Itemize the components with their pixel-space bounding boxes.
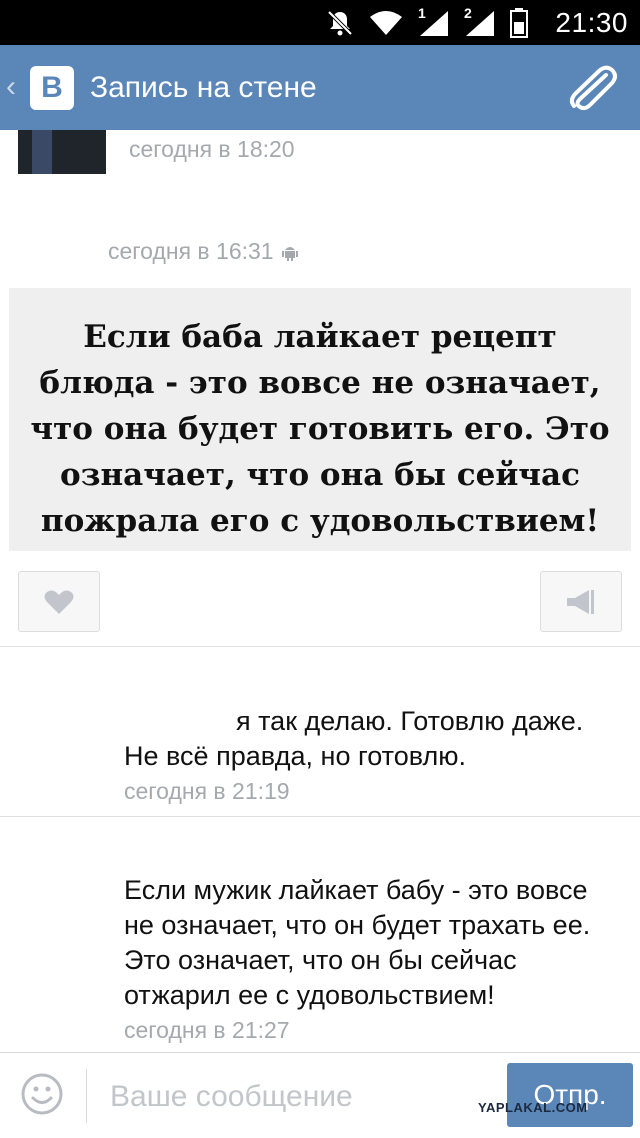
author-avatar[interactable] [18,130,106,174]
sim1-label: 1 [418,5,426,21]
comment-item[interactable]: я так делаю. Готовлю даже. Не всё правда… [124,704,624,805]
battery-icon [510,8,528,38]
comment-item[interactable]: Если мужик лайкает бабу - это вовсе не о… [124,873,624,1044]
image-quote-text: Если баба лайкает рецепт блюда - это вов… [30,319,610,539]
paperclip-icon[interactable] [566,65,618,111]
vk-logo-button[interactable]: В [30,66,74,110]
status-icons: 1 2 [326,5,528,38]
repost-time-text: сегодня в 16:31 [108,238,274,264]
watermark: YAPLAKAL.COM [478,1100,588,1115]
like-button[interactable] [18,571,100,632]
megaphone-icon [567,589,594,614]
android-icon [281,246,298,261]
comment-timestamp: сегодня в 21:19 [124,778,290,804]
page-title: Запись на стене [90,71,317,104]
send-button[interactable]: Отпр. [507,1063,633,1127]
app-toolbar: ‹ В Запись на стене [0,45,640,130]
repost-timestamp: сегодня в 16:31 [108,238,298,265]
clock: 21:30 [555,7,628,38]
divider [0,646,640,647]
comment-timestamp: сегодня в 21:27 [124,1017,290,1043]
comment-line: Не всё правда, но готовлю. [124,741,466,771]
comment-text: Если мужик лайкает бабу - это вовсе не о… [124,875,591,1010]
mute-icon [327,10,353,36]
heart-icon [44,590,74,614]
message-composer: Отпр. YAPLAKAL.COM [0,1052,640,1138]
wifi-icon [370,11,402,35]
divider [0,816,640,817]
comment-text: я так делаю. Готовлю даже. Не всё правда… [124,704,624,774]
post-image[interactable]: Если баба лайкает рецепт блюда - это вов… [9,288,631,551]
composer-separator [86,1069,87,1123]
emoji-icon[interactable] [21,1073,63,1115]
back-chevron-icon[interactable]: ‹ [6,70,16,104]
post-timestamp: сегодня в 18:20 [129,136,295,162]
comment-line: я так делаю. Готовлю даже. [236,706,584,736]
message-input[interactable] [100,1071,490,1123]
status-bar: 1 2 21:30 [0,0,640,45]
share-button[interactable] [540,571,622,632]
sim2-label: 2 [464,5,472,21]
